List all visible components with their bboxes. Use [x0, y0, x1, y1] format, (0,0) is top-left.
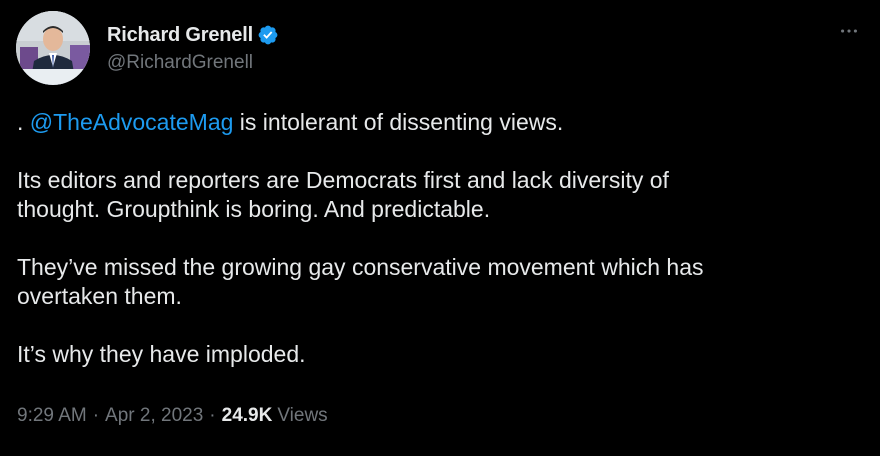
author-names: Richard Grenell @RichardGrenell	[107, 20, 279, 76]
tweet-paragraph-4: It’s why they have imploded.	[17, 341, 306, 367]
tweet-paragraph-3: They’ve missed the growing gay conservat…	[17, 254, 704, 309]
more-icon	[841, 29, 857, 33]
tweet-paragraph-2: Its editors and reporters are Democrats …	[17, 167, 669, 222]
name-row: Richard Grenell	[107, 20, 279, 50]
tweet-time[interactable]: 9:29 AM	[17, 402, 87, 430]
tweet-paragraph-1: . @TheAdvocateMag is intolerant of disse…	[17, 108, 857, 137]
display-name[interactable]: Richard Grenell	[107, 24, 253, 47]
tweet-text: . @TheAdvocateMag is intolerant of disse…	[17, 108, 857, 369]
verified-badge-icon[interactable]	[257, 24, 279, 46]
author-handle[interactable]: @RichardGrenell	[107, 50, 279, 76]
text-prefix: .	[17, 109, 30, 135]
tweet-date[interactable]: Apr 2, 2023	[105, 402, 203, 430]
text-suffix: is intolerant of dissenting views.	[233, 109, 564, 135]
tweet-meta: 9:29 AM · Apr 2, 2023 · 24.9K Views	[17, 402, 328, 430]
avatar[interactable]	[16, 11, 90, 85]
mention-link[interactable]: @TheAdvocateMag	[30, 109, 234, 135]
profile-photo	[16, 11, 90, 85]
meta-separator: ·	[92, 405, 100, 426]
meta-separator: ·	[209, 405, 216, 426]
views-label: Views	[277, 405, 328, 426]
tweet: Richard Grenell @RichardGrenell . @TheAd…	[0, 0, 880, 456]
tweet-header: Richard Grenell @RichardGrenell	[16, 11, 279, 85]
views-count[interactable]: 24.9K	[222, 402, 273, 430]
more-options-button[interactable]	[834, 16, 864, 46]
